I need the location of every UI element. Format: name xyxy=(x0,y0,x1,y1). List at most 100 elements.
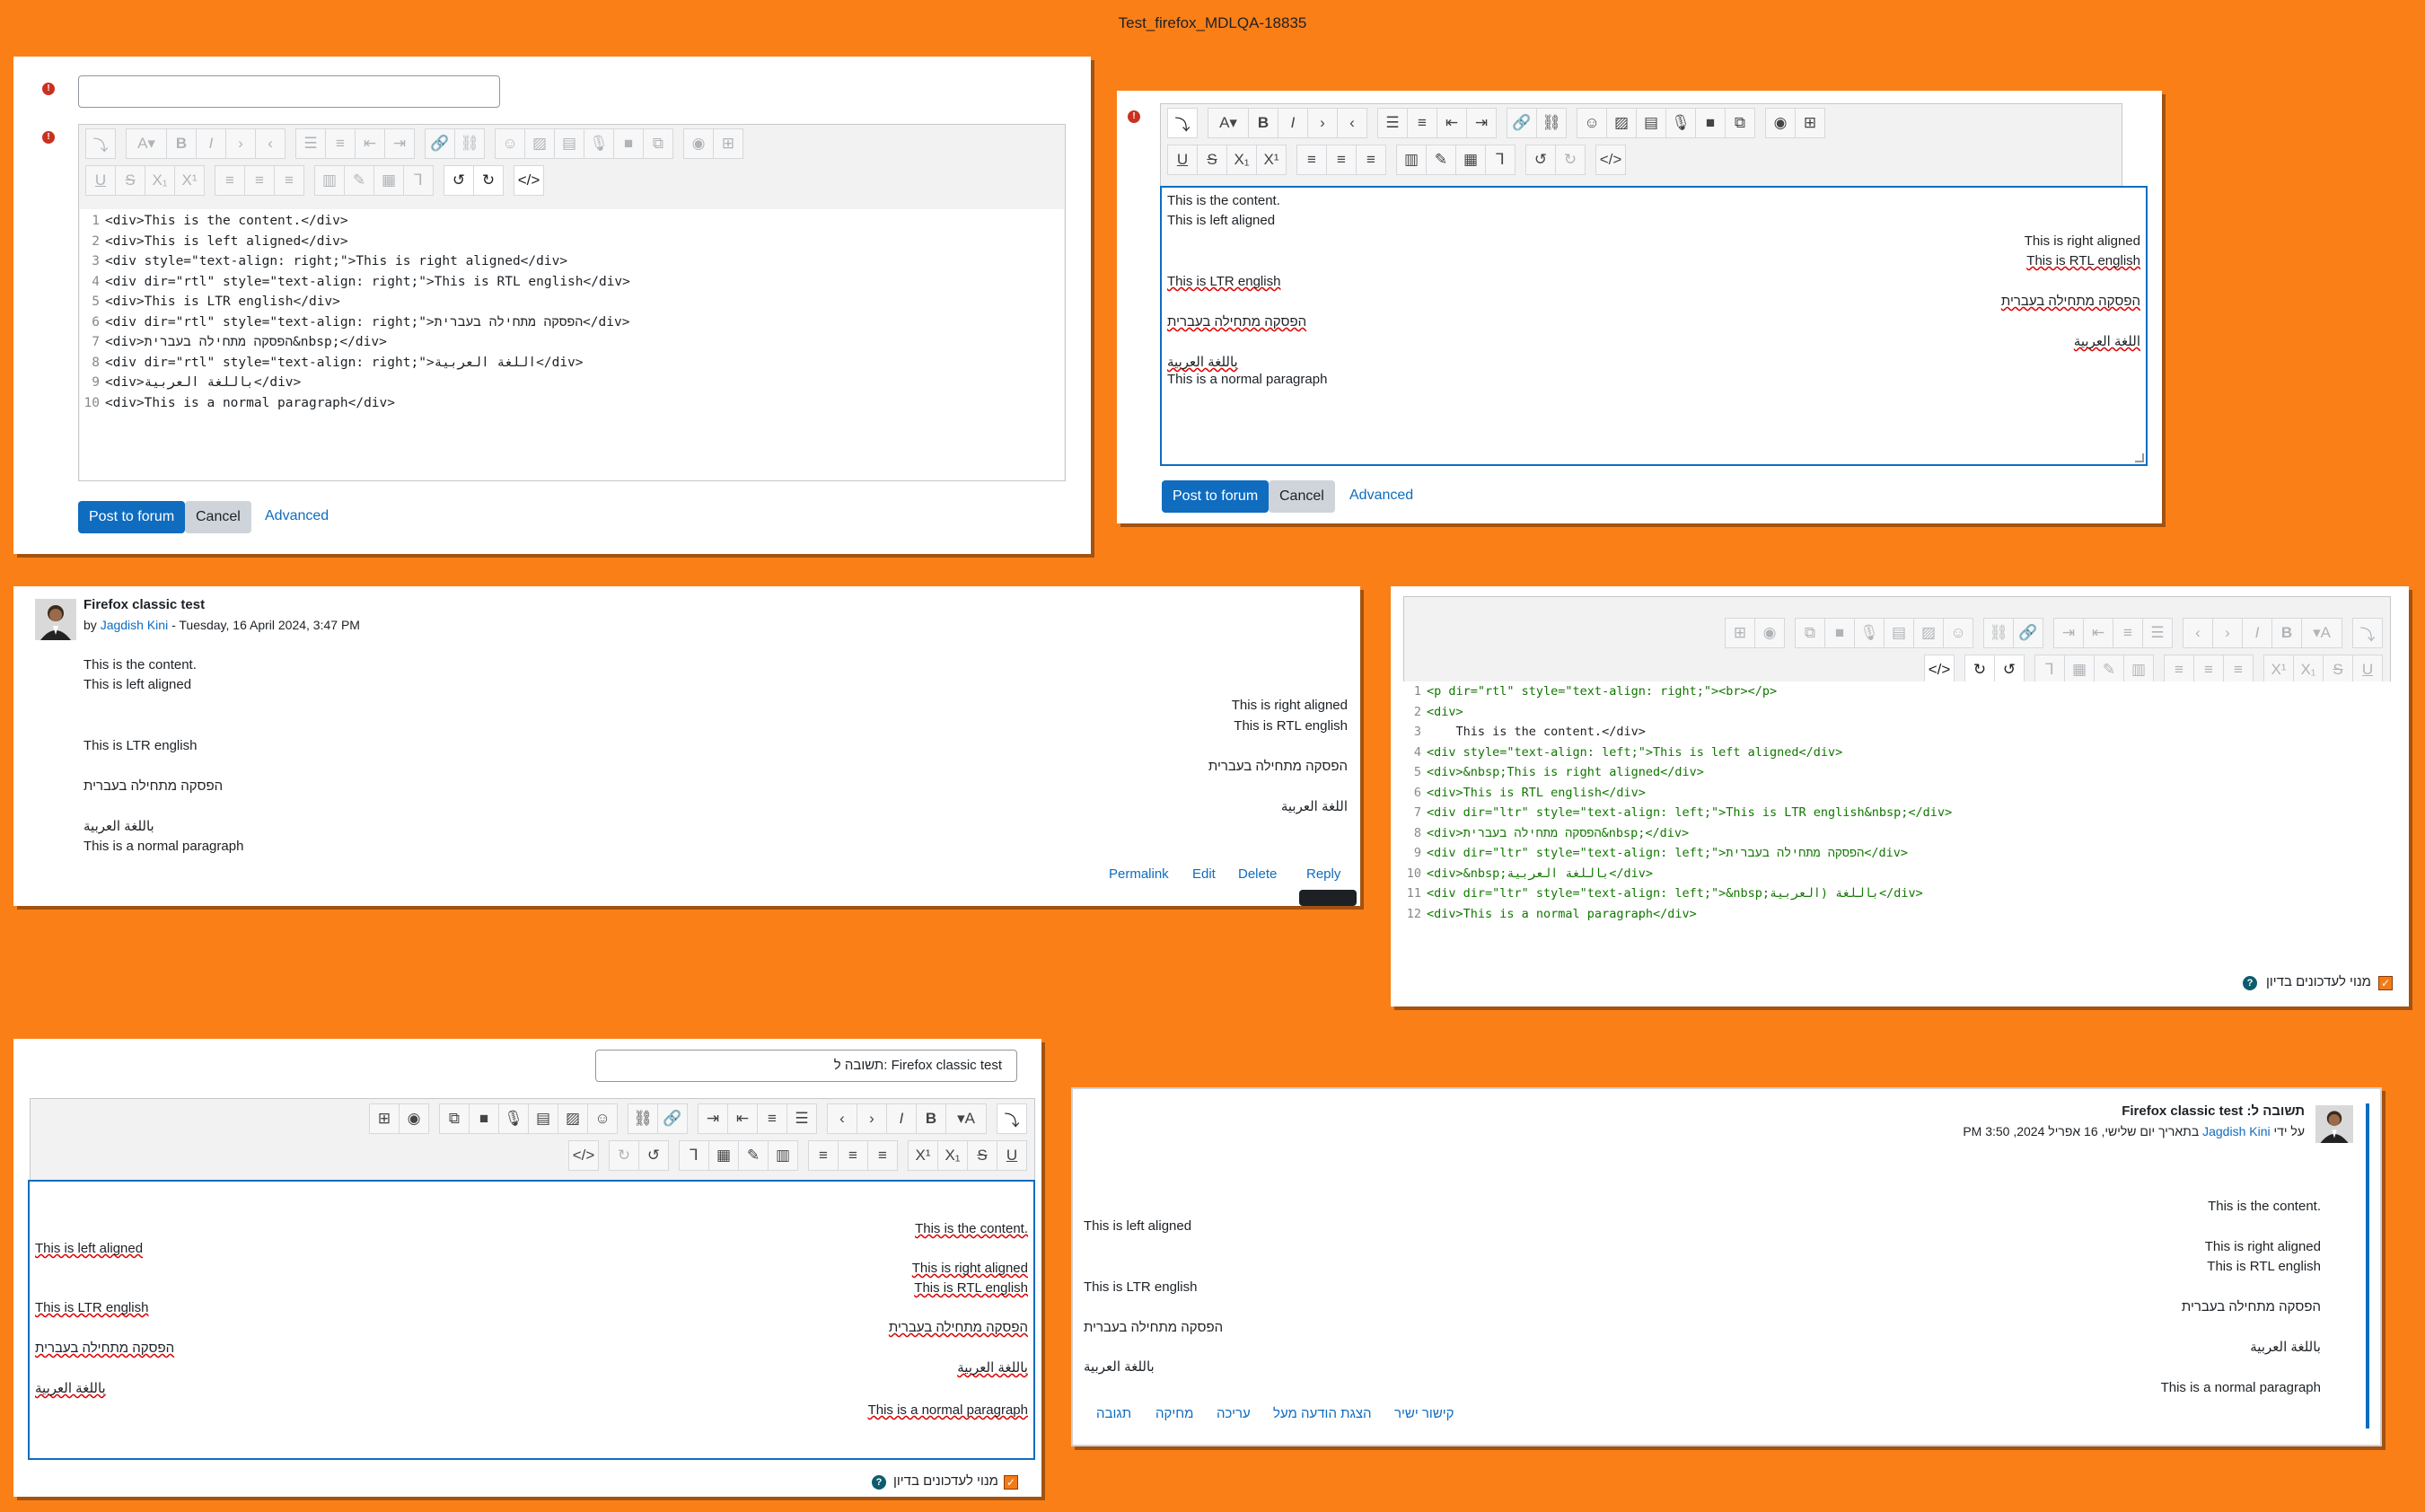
permalink-link[interactable]: קישור ישיר xyxy=(1394,1406,1454,1421)
outdent-icon[interactable]: ⇤ xyxy=(1437,108,1467,138)
table-icon[interactable]: ▦ xyxy=(373,165,404,196)
bullet-list-icon[interactable]: ☰ xyxy=(295,128,326,159)
superscript-icon[interactable]: X¹ xyxy=(908,1140,938,1171)
table-icon[interactable]: ▦ xyxy=(708,1140,739,1171)
chevron-left-icon[interactable]: ‹ xyxy=(2183,618,2213,648)
unlink-icon[interactable]: ⛓ xyxy=(1983,618,2014,648)
permalink-link[interactable]: Permalink xyxy=(1109,866,1169,882)
italic-icon[interactable]: I xyxy=(1278,108,1308,138)
equation-icon[interactable]: ▥ xyxy=(314,165,345,196)
strikethrough-icon[interactable]: S xyxy=(1197,145,1227,175)
table-icon[interactable]: ▦ xyxy=(1455,145,1486,175)
align-right-icon[interactable]: ≡ xyxy=(274,165,304,196)
collapse-icon[interactable]: ⤵ xyxy=(2352,618,2383,648)
outdent-icon[interactable]: ⇤ xyxy=(727,1103,758,1134)
undo-icon[interactable]: ↺ xyxy=(1525,145,1556,175)
font-style-icon[interactable]: ▾A xyxy=(2301,618,2342,648)
redo-icon[interactable]: ↻ xyxy=(1964,655,1995,685)
align-left-icon[interactable]: ≡ xyxy=(1296,145,1327,175)
subscription-checkbox[interactable]: ✓ xyxy=(1004,1475,1018,1490)
accessibility-icon[interactable]: ◉ xyxy=(683,128,714,159)
subscript-icon[interactable]: X₁ xyxy=(1226,145,1257,175)
copy-icon[interactable]: ⧉ xyxy=(643,128,673,159)
collapse-icon[interactable]: ⤵ xyxy=(1167,108,1198,138)
media-icon[interactable]: ▤ xyxy=(554,128,584,159)
copy-icon[interactable]: ⧉ xyxy=(1795,618,1825,648)
redo-icon[interactable]: ↻ xyxy=(1555,145,1586,175)
align-right-icon[interactable]: ≡ xyxy=(1356,145,1386,175)
html-source-icon[interactable]: </> xyxy=(1924,655,1955,685)
video-icon[interactable]: ■ xyxy=(469,1103,499,1134)
apps-grid-icon[interactable]: ⊞ xyxy=(1795,108,1825,138)
copy-icon[interactable]: ⧉ xyxy=(439,1103,470,1134)
bold-icon[interactable]: B xyxy=(1248,108,1278,138)
strikethrough-icon[interactable]: S xyxy=(2323,655,2353,685)
equation-icon[interactable]: ▥ xyxy=(2123,655,2154,685)
redo-icon[interactable]: ↻ xyxy=(473,165,504,196)
media-icon[interactable]: ▤ xyxy=(528,1103,558,1134)
redo-icon[interactable]: ↻ xyxy=(609,1140,639,1171)
microphone-icon[interactable]: 🎙 xyxy=(1665,108,1696,138)
edit-icon[interactable]: ✎ xyxy=(2094,655,2124,685)
show-parent-link[interactable]: הצגת הודעה מעל xyxy=(1273,1406,1372,1421)
chevron-left-icon[interactable]: ‹ xyxy=(827,1103,857,1134)
html-source-icon[interactable]: </> xyxy=(1595,145,1626,175)
author-link[interactable]: Jagdish Kini xyxy=(2202,1124,2271,1138)
author-link[interactable]: Jagdish Kini xyxy=(101,618,169,632)
outdent-icon[interactable]: ⇤ xyxy=(355,128,385,159)
image-icon[interactable]: ▨ xyxy=(524,128,555,159)
video-icon[interactable]: ■ xyxy=(613,128,644,159)
link-icon[interactable]: 🔗 xyxy=(1507,108,1537,138)
image-icon[interactable]: ▨ xyxy=(1913,618,1944,648)
image-icon[interactable]: ▨ xyxy=(1606,108,1637,138)
italic-icon[interactable]: I xyxy=(886,1103,917,1134)
underline-icon[interactable]: U xyxy=(1167,145,1198,175)
collapse-icon[interactable]: ⤵ xyxy=(997,1103,1027,1134)
superscript-icon[interactable]: X¹ xyxy=(174,165,205,196)
microphone-icon[interactable]: 🎙 xyxy=(1854,618,1885,648)
indent-icon[interactable]: ⇥ xyxy=(384,128,415,159)
accessibility-icon[interactable]: ◉ xyxy=(1754,618,1785,648)
bold-icon[interactable]: B xyxy=(916,1103,946,1134)
align-center-icon[interactable]: ≡ xyxy=(838,1140,868,1171)
help-icon[interactable]: ? xyxy=(2243,976,2257,990)
copy-icon[interactable]: ⧉ xyxy=(1725,108,1755,138)
link-icon[interactable]: 🔗 xyxy=(425,128,455,159)
wysiwyg-content-area[interactable]: This is the content. This is left aligne… xyxy=(28,1180,1035,1460)
italic-icon[interactable]: I xyxy=(2242,618,2272,648)
reply-link[interactable]: תגובה xyxy=(1096,1406,1131,1421)
avatar[interactable] xyxy=(35,599,76,640)
undo-icon[interactable]: ↺ xyxy=(444,165,474,196)
delete-link[interactable]: Delete xyxy=(1238,866,1277,882)
accessibility-icon[interactable]: ◉ xyxy=(1765,108,1796,138)
edit-link[interactable]: עריכה xyxy=(1217,1406,1251,1421)
clear-format-icon[interactable]: Ꞁ xyxy=(679,1140,709,1171)
outdent-icon[interactable]: ⇤ xyxy=(2083,618,2113,648)
font-style-icon[interactable]: A▾ xyxy=(126,128,167,159)
align-right-icon[interactable]: ≡ xyxy=(2164,655,2194,685)
link-icon[interactable]: 🔗 xyxy=(2013,618,2043,648)
avatar[interactable] xyxy=(2315,1105,2353,1143)
html-source-icon[interactable]: </> xyxy=(514,165,544,196)
numbered-list-icon[interactable]: ≡ xyxy=(2113,618,2143,648)
undo-icon[interactable]: ↺ xyxy=(1994,655,2025,685)
unlink-icon[interactable]: ⛓ xyxy=(628,1103,658,1134)
post-to-forum-button[interactable]: Post to forum xyxy=(78,501,186,533)
italic-icon[interactable]: I xyxy=(196,128,226,159)
resize-handle[interactable] xyxy=(2135,453,2144,462)
subscription-checkbox[interactable]: ✓ xyxy=(2378,976,2393,990)
undo-icon[interactable]: ↺ xyxy=(638,1140,669,1171)
indent-icon[interactable]: ⇥ xyxy=(1466,108,1497,138)
edit-link[interactable]: Edit xyxy=(1192,866,1216,882)
media-icon[interactable]: ▤ xyxy=(1636,108,1666,138)
indent-icon[interactable]: ⇥ xyxy=(2053,618,2084,648)
unlink-icon[interactable]: ⛓ xyxy=(1536,108,1567,138)
help-icon[interactable]: ? xyxy=(872,1475,886,1490)
numbered-list-icon[interactable]: ≡ xyxy=(757,1103,787,1134)
unlink-icon[interactable]: ⛓ xyxy=(454,128,485,159)
cancel-button[interactable]: Cancel xyxy=(1269,480,1335,513)
advanced-link[interactable]: Advanced xyxy=(265,508,329,524)
chevron-left-icon[interactable]: ‹ xyxy=(1337,108,1367,138)
bold-icon[interactable]: B xyxy=(166,128,197,159)
microphone-icon[interactable]: 🎙 xyxy=(498,1103,529,1134)
